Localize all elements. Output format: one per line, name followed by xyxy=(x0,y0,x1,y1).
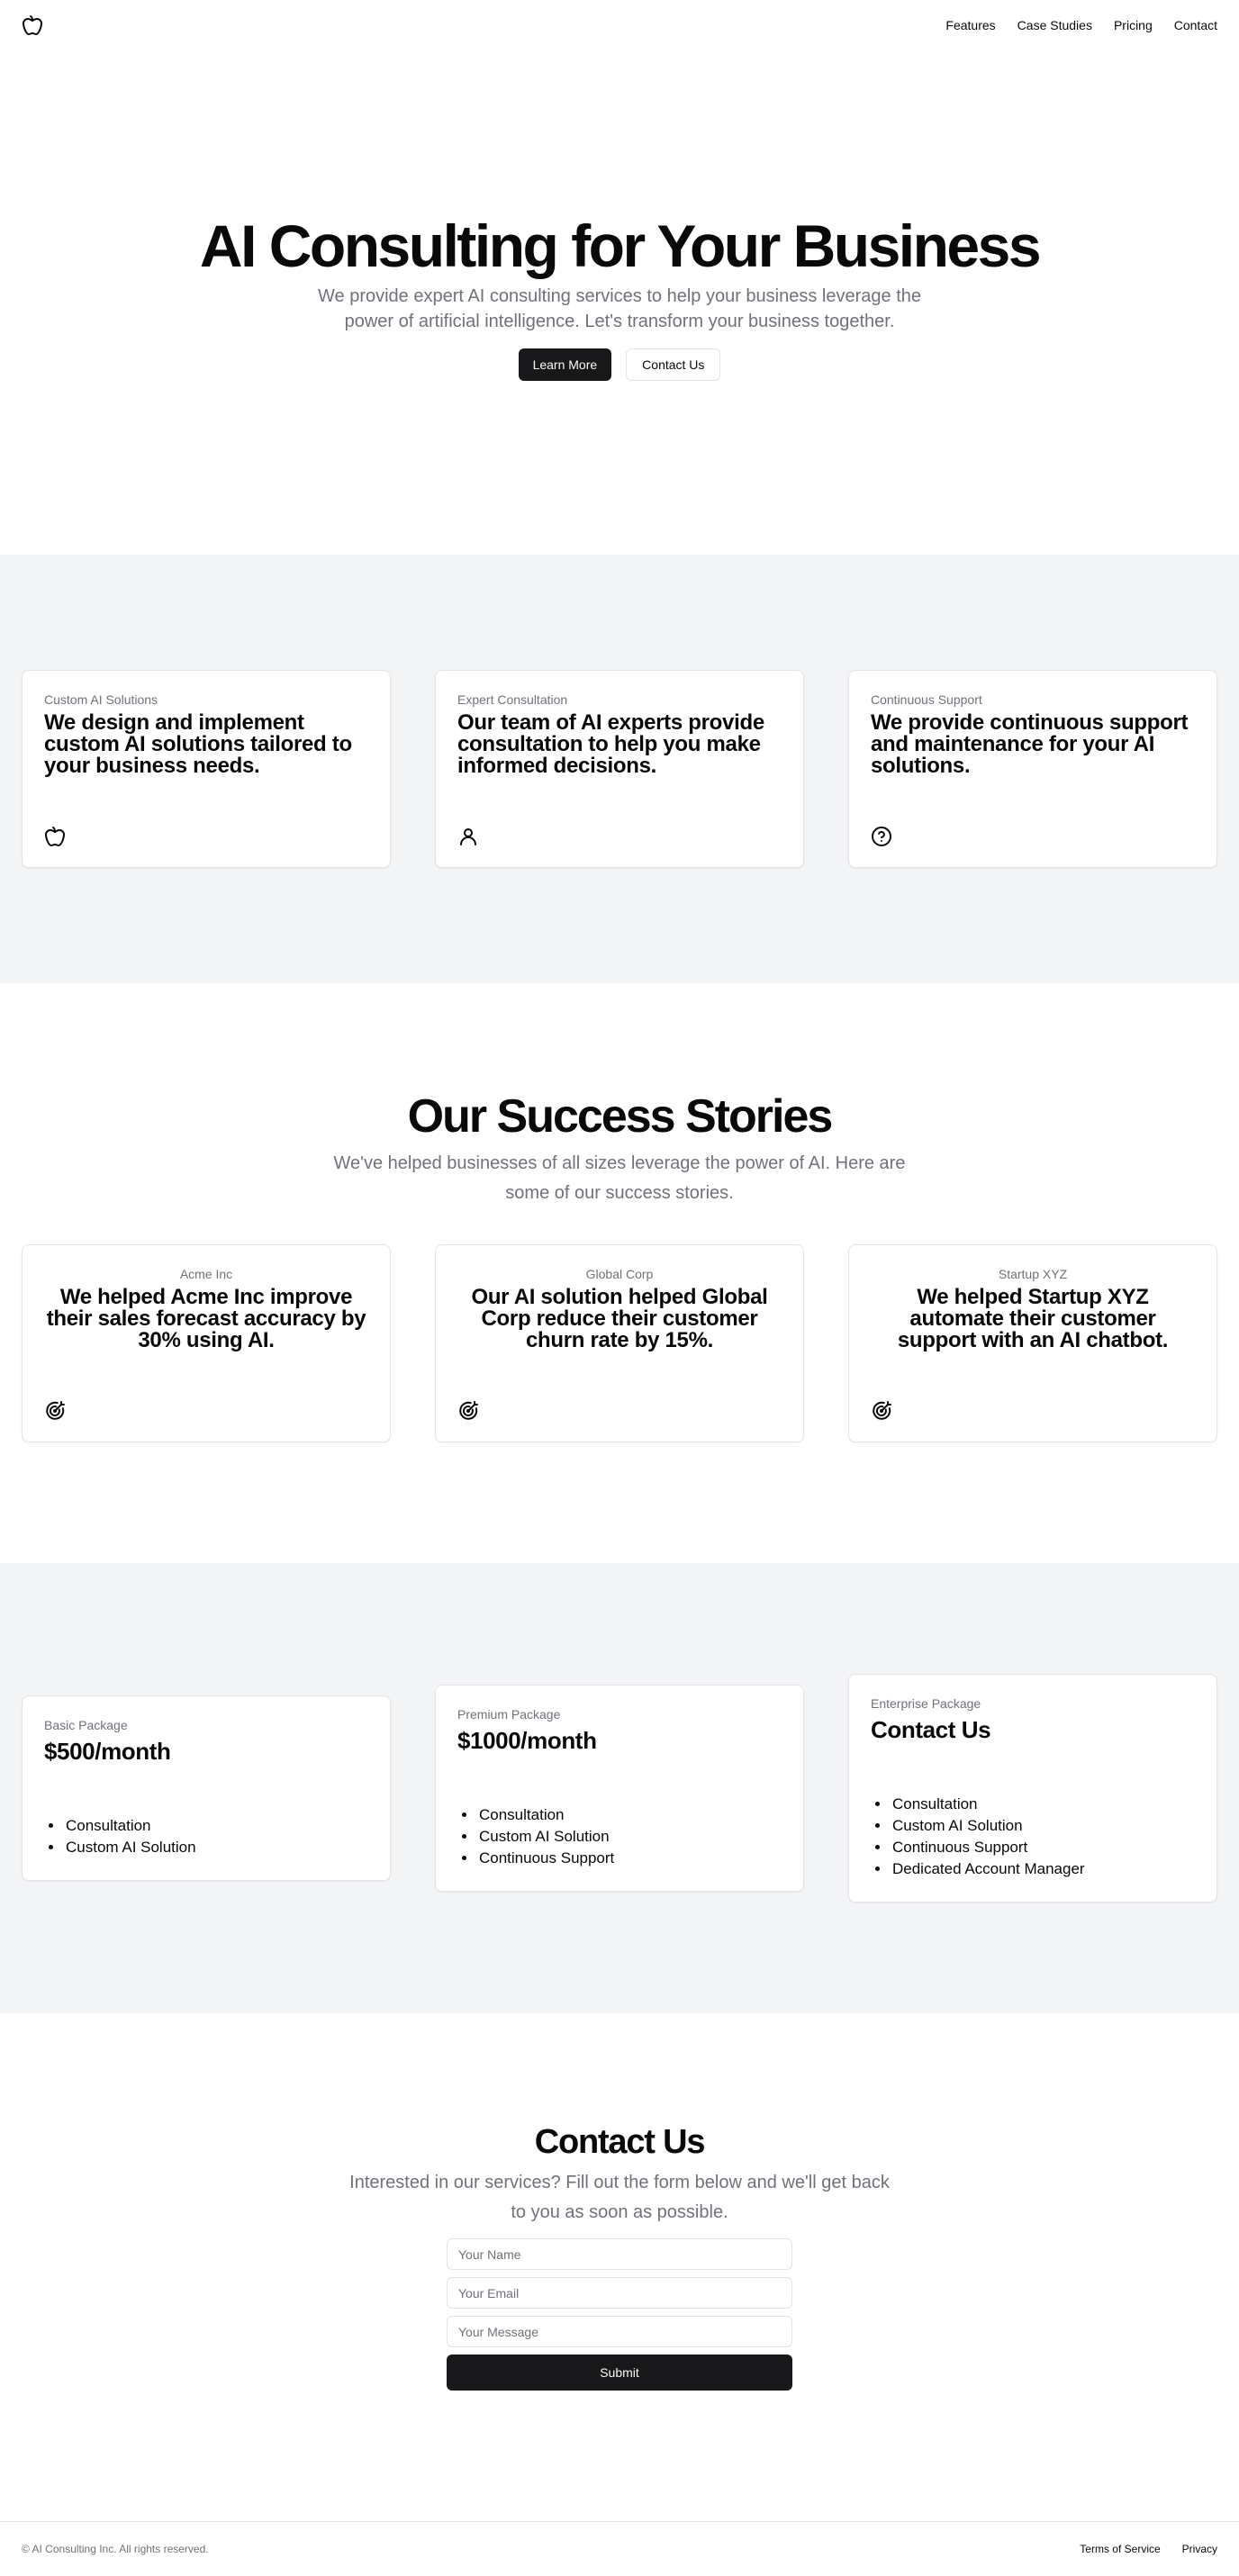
feature-card-continuous-support: Continuous Support We provide continuous… xyxy=(848,670,1217,868)
hero-title: AI Consulting for Your Business xyxy=(199,212,1042,280)
hero-subtitle: We provide expert AI consulting services… xyxy=(318,285,921,331)
story-company: Global Corp xyxy=(585,1267,654,1281)
package-price: $1000/month xyxy=(457,1727,597,1754)
story-text: Our AI solution helped Global Corp reduc… xyxy=(471,1285,768,1352)
email-field[interactable] xyxy=(447,2277,792,2309)
site-footer: © AI Consulting Inc. All rights reserved… xyxy=(0,2521,1239,2576)
story-company: Acme Inc xyxy=(179,1267,233,1281)
submit-button[interactable]: Submit xyxy=(447,2355,792,2391)
list-item: Continuous Support xyxy=(477,1848,782,1869)
name-field[interactable] xyxy=(447,2238,792,2270)
pricing-card-basic: Basic Package $500/month Consultation Cu… xyxy=(22,1695,391,1881)
feature-label: Custom AI Solutions xyxy=(44,692,158,707)
package-price: $500/month xyxy=(44,1738,171,1765)
story-card-startup-xyz: Startup XYZ We helped Startup XYZ automa… xyxy=(848,1244,1217,1442)
pricing-card-enterprise: Enterprise Package Contact Us Consultati… xyxy=(848,1674,1217,1903)
stories-title: Our Success Stories xyxy=(407,1090,834,1143)
feature-label: Continuous Support xyxy=(871,692,982,707)
list-item: Custom AI Solution xyxy=(477,1826,782,1848)
contact-subtitle: Interested in our services? Fill out the… xyxy=(349,2173,890,2222)
main-nav: Features Case Studies Pricing Contact xyxy=(945,18,1217,32)
list-item: Custom AI Solution xyxy=(64,1837,368,1858)
list-item: Consultation xyxy=(477,1804,782,1826)
list-item: Continuous Support xyxy=(891,1837,1195,1858)
list-item: Custom AI Solution xyxy=(891,1815,1195,1837)
target-icon xyxy=(44,1400,66,1422)
help-circle-icon xyxy=(871,826,892,847)
privacy-link[interactable]: Privacy xyxy=(1182,2543,1217,2555)
list-item: Dedicated Account Manager xyxy=(891,1858,1195,1880)
user-icon xyxy=(457,826,479,847)
hero-buttons: Learn More Contact Us xyxy=(518,348,721,381)
target-icon xyxy=(457,1400,479,1422)
package-name: Enterprise Package xyxy=(871,1696,981,1711)
success-stories-section: Our Success Stories We've helped busines… xyxy=(0,983,1239,1563)
apple-icon[interactable] xyxy=(22,14,43,36)
message-field[interactable] xyxy=(447,2316,792,2347)
package-price: Contact Us xyxy=(871,1716,991,1743)
site-header: Features Case Studies Pricing Contact xyxy=(0,0,1239,50)
hero-section: AI Consulting for Your Business We provi… xyxy=(0,50,1239,555)
package-name: Basic Package xyxy=(44,1718,128,1732)
contact-form: Submit xyxy=(447,2238,792,2391)
learn-more-button[interactable]: Learn More xyxy=(518,348,612,381)
feature-text: Our team of AI experts provide consultat… xyxy=(457,710,764,778)
story-text: We helped Acme Inc improve their sales f… xyxy=(46,1285,366,1352)
story-company: Startup XYZ xyxy=(998,1267,1068,1281)
feature-label: Expert Consultation xyxy=(457,692,568,707)
list-item: Consultation xyxy=(64,1815,368,1837)
feature-card-custom-ai: Custom AI Solutions We design and implem… xyxy=(22,670,391,868)
story-text: We helped Startup XYZ automate their cus… xyxy=(897,1285,1169,1352)
pricing-card-premium: Premium Package $1000/month Consultation… xyxy=(435,1685,804,1892)
contact-title: Contact Us xyxy=(534,2123,706,2161)
stories-subtitle: We've helped businesses of all sizes lev… xyxy=(333,1153,906,1203)
footer-links: Terms of Service Privacy xyxy=(1080,2543,1217,2555)
copyright-text: © AI Consulting Inc. All rights reserved… xyxy=(22,2543,209,2555)
pricing-section: Basic Package $500/month Consultation Cu… xyxy=(0,1563,1239,2013)
contact-us-button[interactable]: Contact Us xyxy=(626,348,721,381)
package-name: Premium Package xyxy=(457,1707,561,1722)
nav-features[interactable]: Features xyxy=(945,18,995,32)
nav-contact[interactable]: Contact xyxy=(1174,18,1217,32)
story-card-acme: Acme Inc We helped Acme Inc improve thei… xyxy=(22,1244,391,1442)
terms-of-service-link[interactable]: Terms of Service xyxy=(1080,2543,1160,2555)
feature-text: We design and implement custom AI soluti… xyxy=(44,710,352,778)
contact-section: Contact Us Interested in our services? F… xyxy=(0,2013,1239,2521)
features-section: Custom AI Solutions We design and implem… xyxy=(0,555,1239,983)
list-item: Consultation xyxy=(891,1794,1195,1815)
apple-icon xyxy=(44,826,66,847)
package-features: Consultation Custom AI Solution Continuo… xyxy=(457,1804,782,1869)
target-icon xyxy=(871,1400,892,1422)
package-features: Consultation Custom AI Solution xyxy=(44,1815,368,1858)
nav-case-studies[interactable]: Case Studies xyxy=(1017,18,1092,32)
feature-text: We provide continuous support and mainte… xyxy=(871,710,1189,778)
story-card-global-corp: Global Corp Our AI solution helped Globa… xyxy=(435,1244,804,1442)
nav-pricing[interactable]: Pricing xyxy=(1114,18,1153,32)
feature-card-expert-consultation: Expert Consultation Our team of AI exper… xyxy=(435,670,804,868)
package-features: Consultation Custom AI Solution Continuo… xyxy=(871,1794,1195,1880)
